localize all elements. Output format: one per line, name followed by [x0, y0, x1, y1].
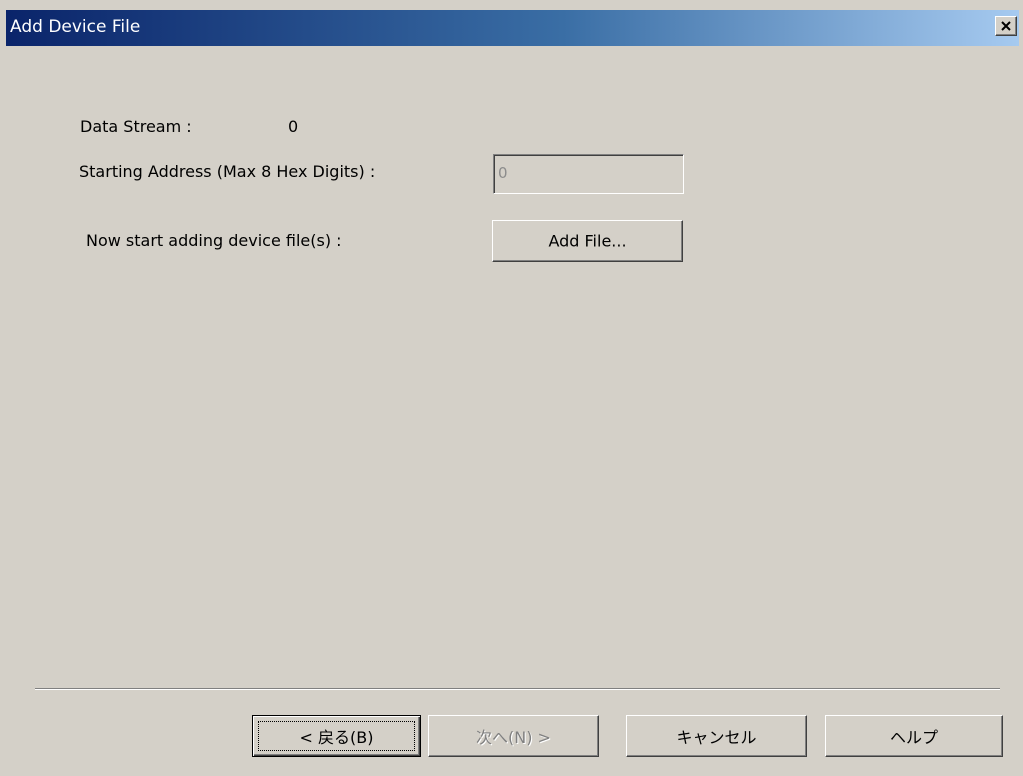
cancel-button[interactable]: キャンセル — [626, 715, 807, 757]
help-button-label: ヘルプ — [889, 728, 938, 747]
starting-address-label: Starting Address (Max 8 Hex Digits) : — [79, 162, 376, 181]
cancel-button-label: キャンセル — [676, 728, 757, 747]
add-file-button[interactable]: Add File... — [492, 220, 683, 262]
data-stream-value: 0 — [288, 117, 299, 136]
starting-address-input[interactable] — [498, 159, 678, 187]
help-button[interactable]: ヘルプ — [825, 715, 1003, 757]
footer-separator — [35, 688, 1000, 690]
title-bar[interactable]: Add Device File — [6, 10, 1019, 46]
next-button-label: 次へ(N) > — [476, 728, 551, 747]
add-file-button-label: Add File... — [548, 231, 627, 251]
next-button[interactable]: 次へ(N) > — [428, 715, 599, 757]
back-button[interactable]: < 戻る(B) — [252, 715, 421, 757]
close-button[interactable] — [995, 16, 1017, 36]
add-device-file-dialog: Add Device File Data Stream : 0 Starting… — [0, 0, 1023, 776]
back-button-label: < 戻る(B) — [299, 728, 374, 747]
window-title: Add Device File — [10, 17, 141, 37]
start-adding-label: Now start adding device file(s) : — [86, 231, 342, 250]
close-icon — [1001, 21, 1011, 31]
starting-address-field[interactable] — [493, 154, 684, 194]
data-stream-label: Data Stream : — [80, 117, 192, 136]
